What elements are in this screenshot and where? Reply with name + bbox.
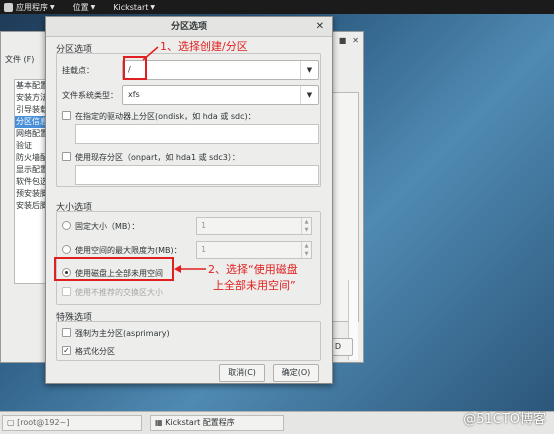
annotation-arrows — [142, 46, 206, 273]
annotation-step2-line2: 上全部未用空间” — [213, 279, 296, 292]
task-terminal-label: [root@192~] — [17, 418, 70, 427]
watermark: @51CTO博客 — [463, 412, 546, 427]
task-terminal[interactable]: ▢ [root@192~] — [2, 415, 142, 431]
task-kickstart[interactable]: ▦ Kickstart 配置程序 — [150, 415, 284, 431]
kickstart-app-icon: ▦ — [155, 418, 163, 427]
arrow-step2-head — [174, 265, 181, 273]
arrow-step1 — [142, 46, 159, 61]
annotation-step2-line1: 2、选择“使用磁盘 — [208, 263, 298, 276]
annotation-step1: 1、选择创建/分区 — [160, 40, 248, 53]
task-kickstart-label: Kickstart 配置程序 — [165, 418, 235, 427]
terminal-icon: ▢ — [7, 418, 15, 427]
